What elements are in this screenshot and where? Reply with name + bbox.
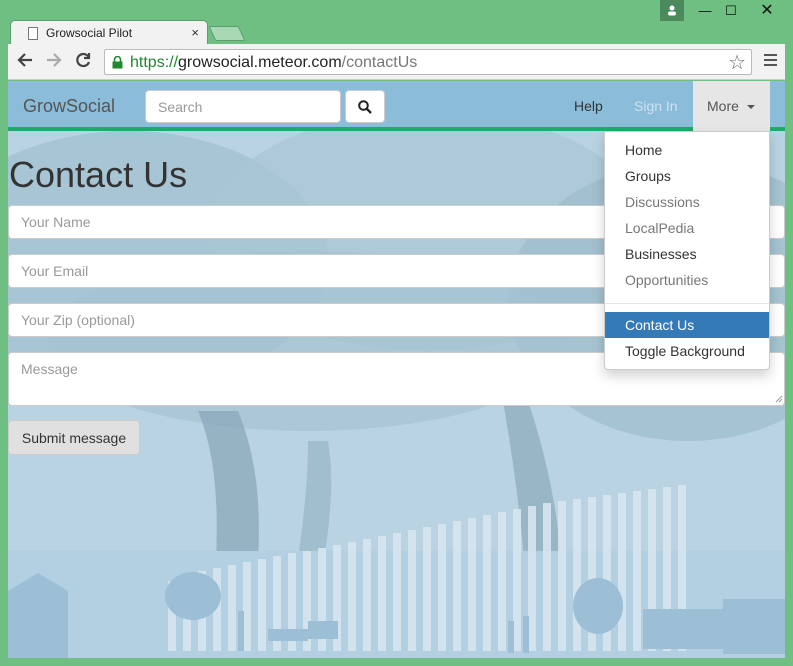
bookmark-star-icon[interactable]: ☆: [728, 50, 746, 75]
submit-message-button[interactable]: Submit message: [8, 420, 140, 455]
browser-toolbar: https://growsocial.meteor.com/contactUs …: [8, 44, 785, 80]
nav-help-link[interactable]: Help: [574, 98, 603, 114]
reload-button[interactable]: [72, 51, 94, 74]
site-navbar: GrowSocial Help Sign In More: [8, 81, 785, 131]
new-tab-button[interactable]: [208, 26, 246, 41]
browser-menu-icon[interactable]: [764, 54, 777, 69]
document-icon: [28, 27, 38, 40]
menu-item-toggle-background[interactable]: Toggle Background: [605, 338, 769, 364]
menu-item-contact-us[interactable]: Contact Us: [605, 312, 769, 338]
back-arrow-icon: [17, 53, 32, 67]
more-dropdown-menu: Home Groups Discussions LocalPedia Busin…: [604, 131, 770, 370]
page-viewport: GrowSocial Help Sign In More Contact Us …: [8, 81, 785, 658]
forward-arrow-icon: [47, 53, 62, 67]
forward-button[interactable]: [43, 51, 65, 74]
menu-item-groups[interactable]: Groups: [605, 163, 769, 189]
menu-item-home[interactable]: Home: [605, 137, 769, 163]
brand-logo[interactable]: GrowSocial: [23, 96, 115, 117]
nav-more-label: More: [707, 98, 739, 114]
search-button[interactable]: [345, 90, 385, 123]
back-button[interactable]: [14, 51, 36, 74]
lock-icon: [112, 56, 123, 69]
minimize-button[interactable]: —: [694, 0, 716, 21]
maximize-button[interactable]: ☐: [720, 0, 742, 21]
reload-icon: [76, 52, 91, 68]
address-bar[interactable]: https://growsocial.meteor.com/contactUs …: [104, 49, 752, 75]
menu-item-businesses[interactable]: Businesses: [605, 241, 769, 267]
tab-title: Growsocial Pilot: [46, 26, 133, 40]
menu-divider: [605, 303, 769, 304]
close-window-button[interactable]: ✕: [748, 0, 786, 21]
nav-more-dropdown-toggle[interactable]: More: [693, 81, 770, 131]
search-icon: [358, 100, 372, 114]
url-path: /contactUs: [341, 54, 418, 71]
window-titlebar: Growsocial Pilot × — ☐ ✕: [0, 0, 793, 46]
page-title: Contact Us: [9, 154, 188, 195]
menu-item-localpedia[interactable]: LocalPedia: [605, 215, 769, 241]
nav-sign-in-link[interactable]: Sign In: [634, 98, 678, 114]
tab-close-icon[interactable]: ×: [191, 25, 199, 40]
search-input[interactable]: [145, 90, 341, 123]
caret-down-icon: [747, 105, 755, 109]
url-scheme: https://: [130, 54, 179, 71]
menu-item-opportunities[interactable]: Opportunities: [605, 267, 769, 293]
menu-item-discussions[interactable]: Discussions: [605, 189, 769, 215]
url-host: growsocial.meteor.com: [178, 54, 342, 71]
url-text: https://growsocial.meteor.com/contactUs: [130, 54, 417, 72]
browser-tab[interactable]: Growsocial Pilot ×: [10, 20, 208, 46]
profile-icon[interactable]: [660, 0, 684, 21]
resize-grip-icon[interactable]: [774, 394, 783, 403]
